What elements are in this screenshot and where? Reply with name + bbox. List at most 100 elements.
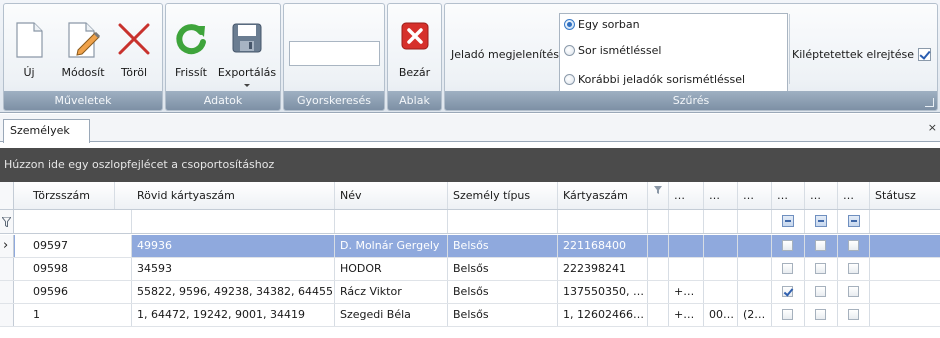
row-checkbox[interactable] (815, 240, 826, 251)
cell-check-2[interactable] (805, 304, 838, 326)
cell-col8[interactable] (704, 281, 738, 303)
edit-button[interactable]: Módosít (56, 8, 110, 92)
row-checkbox[interactable] (782, 240, 793, 251)
cell-col7[interactable] (669, 235, 704, 257)
cell-torzsszam[interactable]: 1 (15, 304, 132, 326)
cell-nev[interactable]: Szegedi Béla (335, 304, 448, 326)
close-tab-icon[interactable]: × (928, 121, 937, 134)
row-checkbox[interactable] (848, 240, 859, 251)
cell-torzsszam[interactable]: 09598 (15, 258, 132, 280)
cell-col6[interactable] (648, 304, 669, 326)
close-window-button[interactable]: Bezár (390, 8, 439, 92)
cell-tipus[interactable]: Belsős (448, 304, 558, 326)
column-header-col6[interactable] (648, 182, 669, 209)
filter-cell-col11[interactable] (805, 210, 838, 233)
filter-cell-nev[interactable] (335, 210, 448, 233)
filter-cell-torzsszam[interactable] (15, 210, 132, 233)
filter-cell-tipus[interactable] (448, 210, 558, 233)
column-header-szemely-tipus[interactable]: Személy típus (448, 182, 558, 209)
radio-option-single-row[interactable]: Egy sorban (564, 16, 640, 32)
column-header-kartyaszam[interactable]: Kártyaszám (558, 182, 648, 209)
refresh-button[interactable]: Frissít (168, 8, 214, 92)
cell-check-3[interactable] (838, 281, 870, 303)
cell-rovid-kartyaszam[interactable]: 1, 64472, 19242, 9001, 34419 (132, 304, 335, 326)
row-checkbox[interactable] (848, 309, 859, 320)
row-checkbox[interactable] (815, 286, 826, 297)
column-header-rovid-kartyaszam[interactable]: Rövid kártyaszám (132, 182, 335, 209)
filter-cell-col9[interactable] (738, 210, 772, 233)
cell-col9[interactable] (738, 235, 772, 257)
cell-col7[interactable]: +… (669, 304, 704, 326)
new-button[interactable]: Új (10, 8, 48, 92)
quick-search-input[interactable] (289, 41, 380, 66)
cell-kartyaszam[interactable]: 137550350, … (558, 281, 648, 303)
cell-col6[interactable] (648, 258, 669, 280)
cell-torzsszam[interactable]: 09596 (15, 281, 132, 303)
filter-cell-rovid[interactable] (132, 210, 335, 233)
cell-check-1[interactable] (772, 235, 805, 257)
filter-cell-col10[interactable] (772, 210, 805, 233)
radio-option-row-repeat[interactable]: Sor ismétléssel (564, 42, 661, 58)
cell-check-1[interactable] (772, 258, 805, 280)
cell-nev[interactable]: D. Molnár Gergely (335, 235, 448, 257)
cell-check-1[interactable] (772, 304, 805, 326)
cell-col8[interactable] (704, 235, 738, 257)
cell-rovid-kartyaszam[interactable]: 49936 (132, 235, 335, 257)
cell-kartyaszam[interactable]: 221168400 (558, 235, 648, 257)
column-header-status[interactable]: Státusz (870, 182, 940, 209)
cell-check-2[interactable] (805, 281, 838, 303)
row-checkbox[interactable] (815, 263, 826, 274)
cell-status[interactable] (870, 258, 940, 280)
cell-kartyaszam[interactable]: 222398241 (558, 258, 648, 280)
table-row[interactable]: › 09597 49936 D. Molnár Gergely Belsős 2… (0, 235, 940, 258)
cell-check-3[interactable] (838, 304, 870, 326)
row-checkbox[interactable] (782, 286, 793, 297)
row-checkbox[interactable] (782, 309, 793, 320)
cell-rovid-kartyaszam[interactable]: 34593 (132, 258, 335, 280)
cell-col7[interactable]: +… (669, 281, 704, 303)
cell-status[interactable] (870, 281, 940, 303)
hide-exited-checkbox[interactable] (918, 48, 932, 61)
row-checkbox[interactable] (848, 286, 859, 297)
column-header-col11[interactable]: … (805, 182, 838, 209)
delete-button[interactable]: Töröl (112, 8, 156, 92)
filter-cell-col8[interactable] (704, 210, 738, 233)
cell-tipus[interactable]: Belsős (448, 235, 558, 257)
export-button[interactable]: Exportálás (216, 8, 278, 92)
tab-szemelyek[interactable]: Személyek (3, 119, 90, 143)
filter-cell-col6[interactable] (648, 210, 669, 233)
filter-checkbox[interactable] (815, 215, 827, 227)
cell-col6[interactable] (648, 235, 669, 257)
filter-checkbox[interactable] (782, 215, 794, 227)
cell-status[interactable] (870, 304, 940, 326)
column-header-col10[interactable]: … (772, 182, 805, 209)
cell-torzsszam[interactable]: 09597 (15, 235, 132, 257)
cell-check-1[interactable] (772, 281, 805, 303)
cell-tipus[interactable]: Belsős (448, 258, 558, 280)
table-row[interactable]: 09598 34593 HODOR Belsős 222398241 (0, 258, 940, 281)
table-row[interactable]: 09596 55822, 9596, 49238, 34382, 64455 R… (0, 281, 940, 304)
cell-check-2[interactable] (805, 258, 838, 280)
cell-tipus[interactable]: Belsős (448, 281, 558, 303)
cell-col7[interactable] (669, 258, 704, 280)
cell-col8[interactable]: 00… (704, 304, 738, 326)
hide-exited-toggle[interactable]: Kiléptetettek elrejtése (792, 48, 932, 61)
filter-cell-col7[interactable] (669, 210, 704, 233)
column-header-col9[interactable]: … (738, 182, 772, 209)
cell-col9[interactable] (738, 258, 772, 280)
dialog-launcher-icon[interactable] (925, 98, 934, 107)
cell-status[interactable] (870, 235, 940, 257)
row-checkbox[interactable] (848, 263, 859, 274)
filter-cell-col12[interactable] (838, 210, 870, 233)
column-header-col12[interactable]: … (838, 182, 870, 209)
cell-nev[interactable]: Rácz Viktor (335, 281, 448, 303)
column-header-nev[interactable]: Név (335, 182, 448, 209)
cell-col6[interactable] (648, 281, 669, 303)
cell-check-3[interactable] (838, 258, 870, 280)
row-checkbox[interactable] (782, 263, 793, 274)
column-header-torzsszam[interactable]: Törzsszám (15, 182, 115, 209)
column-header-col8[interactable]: … (704, 182, 738, 209)
group-by-panel[interactable]: Húzzon ide egy oszlopfejlécet a csoporto… (0, 148, 940, 182)
cell-check-2[interactable] (805, 235, 838, 257)
cell-col8[interactable] (704, 258, 738, 280)
